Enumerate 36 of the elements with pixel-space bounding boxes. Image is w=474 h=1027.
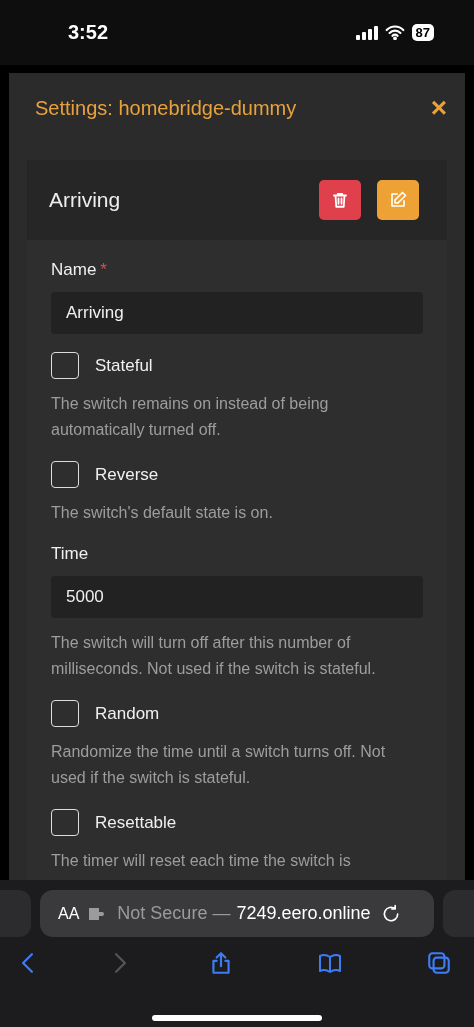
input-field[interactable]: 5000 bbox=[51, 576, 423, 618]
checkbox[interactable] bbox=[51, 461, 79, 488]
address-bar[interactable]: AA Not Secure — 7249.eero.online bbox=[40, 890, 434, 937]
security-label: Not Secure — bbox=[117, 903, 231, 924]
text-size-button[interactable]: AA bbox=[58, 904, 80, 923]
checkbox[interactable] bbox=[51, 700, 79, 727]
close-button[interactable]: × bbox=[430, 94, 447, 122]
back-icon bbox=[22, 953, 33, 973]
field-label: Time bbox=[51, 544, 90, 564]
battery-indicator: 87 bbox=[411, 24, 434, 41]
trash-icon bbox=[331, 191, 349, 209]
status-time: 3:52 bbox=[68, 21, 109, 44]
delete-button[interactable] bbox=[319, 180, 361, 220]
edit-icon bbox=[389, 191, 407, 209]
field-description: The switch will turn off after this number of milliseconds. Not used if the switch is stateful. bbox=[51, 633, 377, 679]
checkbox-label: Stateful bbox=[95, 355, 153, 376]
field-description: Randomize the time until a switch turns off. Not used if the switch is stateful. bbox=[51, 742, 387, 788]
signal-icon bbox=[355, 25, 378, 40]
checkbox-label: Reverse bbox=[95, 464, 159, 485]
required-mark: * bbox=[100, 260, 107, 279]
modal-title: Settings: homebridge-dummy bbox=[35, 96, 297, 120]
tabs-icon bbox=[426, 950, 452, 976]
checkbox[interactable] bbox=[51, 352, 79, 379]
wifi-icon bbox=[384, 25, 405, 40]
url-text: 7249.eero.online bbox=[236, 903, 371, 924]
checkbox-label: Random bbox=[95, 703, 160, 724]
checkbox-label: Resettable bbox=[95, 812, 177, 833]
field-description: The switch remains on instead of being automatically turned off. bbox=[51, 394, 330, 440]
field-label: Name * bbox=[51, 260, 108, 280]
forward-icon bbox=[115, 953, 126, 973]
checkbox[interactable] bbox=[51, 809, 79, 836]
book-icon bbox=[316, 951, 344, 975]
field-description: The timer will reset each time the switch is bbox=[51, 851, 352, 871]
card-title: Arriving bbox=[49, 188, 121, 212]
field-description: The switch's default state is on. bbox=[51, 503, 274, 523]
input-field[interactable]: Arriving bbox=[51, 292, 423, 334]
